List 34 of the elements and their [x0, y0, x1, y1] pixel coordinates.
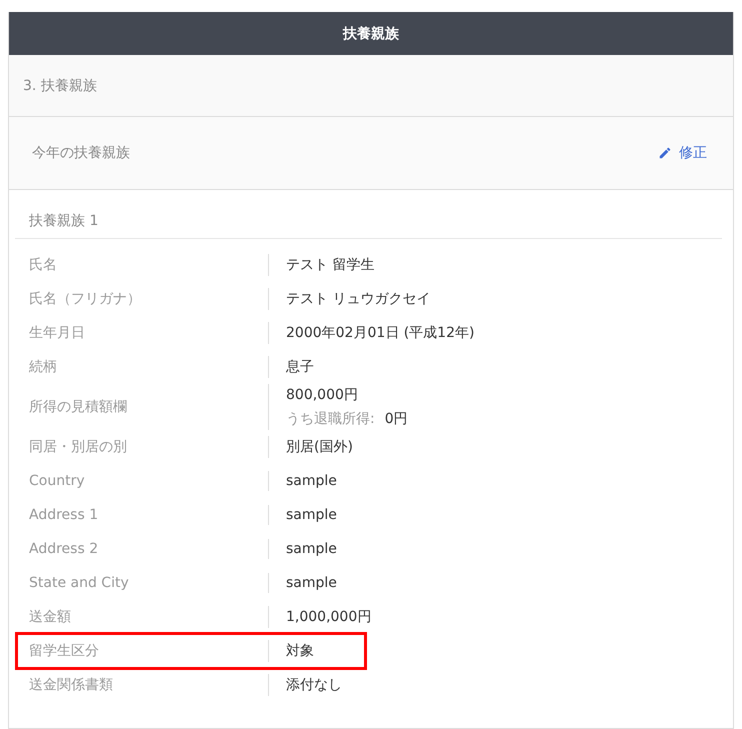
field-label: 続柄 — [29, 358, 58, 376]
field-value: sample — [286, 507, 337, 523]
field-label: 氏名（フリガナ） — [29, 290, 142, 308]
field-value: テスト 留学生 — [286, 257, 374, 273]
field-label: 同居・別居の別 — [29, 438, 128, 456]
field-value: 2000年02月01日 (平成12年) — [286, 325, 474, 341]
field-label: Country — [29, 473, 86, 489]
field-label: 氏名 — [29, 256, 58, 274]
field-value: sample — [286, 541, 337, 557]
field-label: Address 2 — [29, 541, 100, 557]
field-value: テスト リュウガクセイ — [286, 291, 430, 307]
field-value: 1,000,000円 — [286, 609, 372, 625]
dependent-title: 扶養親族 1 — [15, 190, 722, 239]
section-title: 3. 扶養親族 — [23, 76, 97, 94]
field-label: 留学生区分 — [29, 642, 100, 660]
field-label: 生年月日 — [29, 324, 86, 342]
field-label: 送金額 — [29, 608, 72, 626]
field-value: 対象 — [286, 643, 314, 659]
note-value: 0円 — [384, 410, 408, 428]
note-label: うち退職所得: — [286, 410, 375, 428]
pencil-icon — [658, 146, 672, 160]
field-label: 所得の見積額欄 — [29, 398, 128, 416]
edit-link[interactable]: 修正 — [658, 144, 707, 162]
field-value: sample — [286, 473, 337, 489]
field-label: Address 1 — [29, 507, 100, 523]
field-label: 送金関係書類 — [29, 676, 114, 694]
field-value: 添付なし — [286, 677, 342, 693]
subsection-title: 今年の扶養親族 — [32, 144, 130, 162]
field-value: 800,000円 — [286, 387, 358, 403]
field-value: 別居(国外) — [286, 439, 353, 455]
header-title: 扶養親族 — [343, 24, 399, 42]
field-value: sample — [286, 575, 337, 591]
field-label: State and City — [29, 575, 130, 591]
field-value: 息子 — [286, 359, 314, 375]
